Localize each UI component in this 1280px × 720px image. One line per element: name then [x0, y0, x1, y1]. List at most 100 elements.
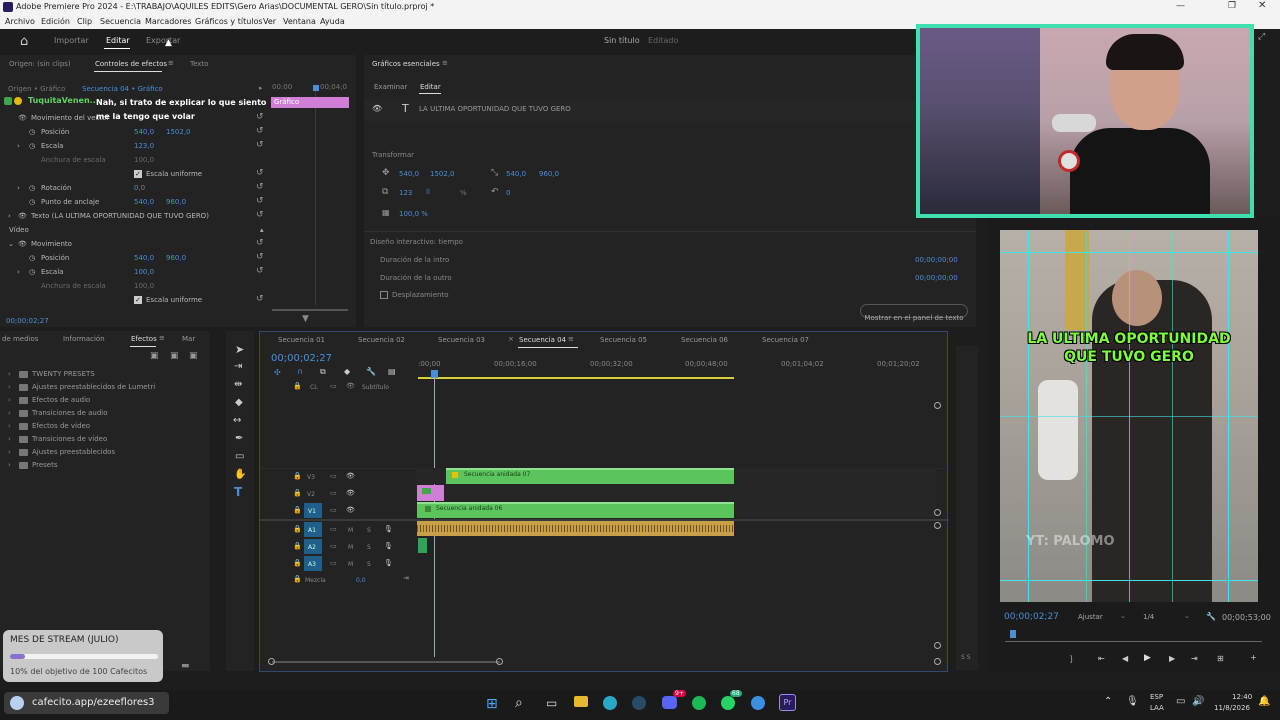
new-folder-icon[interactable]: ▬: [181, 661, 190, 671]
effects-folder-item[interactable]: › Transiciones de vídeo: [8, 435, 188, 447]
show-in-text-panel-button[interactable]: Mostrar en el panel de texto: [860, 304, 968, 322]
stopwatch-icon[interactable]: ◷: [29, 195, 35, 209]
go-to-out-icon[interactable]: ⇥: [1191, 654, 1198, 663]
eye-icon[interactable]: 👁: [372, 104, 382, 113]
solo-button[interactable]: S: [367, 544, 371, 551]
go-to-end-icon[interactable]: ⇥: [403, 574, 409, 582]
tab-secuencia-04[interactable]: Secuencia 04: [519, 336, 566, 344]
selection-tool-icon[interactable]: ➤: [235, 343, 244, 356]
microphone-icon[interactable]: 🎙: [384, 559, 393, 567]
edge-browser-icon[interactable]: [603, 696, 617, 710]
eg-anchor-y[interactable]: 960,0: [539, 170, 559, 178]
resolution-dropdown[interactable]: 1/4: [1143, 613, 1154, 621]
effects-folder-item[interactable]: › Transiciones de audio: [8, 409, 188, 421]
step-back-icon[interactable]: ◀: [1122, 654, 1128, 663]
eg-anchor-x[interactable]: 540,0: [506, 170, 526, 178]
menu-archivo[interactable]: Archivo: [5, 17, 35, 26]
tab-examinar[interactable]: Examinar: [374, 83, 407, 91]
tab-media[interactable]: de medios: [2, 335, 38, 343]
eye-icon[interactable]: 👁: [346, 506, 355, 514]
ec-graphic-clip[interactable]: Gráfico: [271, 97, 349, 108]
eye-icon[interactable]: 👁: [346, 489, 355, 497]
menu-ayuda[interactable]: Ayuda: [320, 17, 345, 26]
add-button-icon[interactable]: +: [1250, 653, 1257, 662]
mute-button[interactable]: M: [348, 561, 353, 568]
menu-ventana[interactable]: Ventana: [283, 17, 316, 26]
track-label-a2[interactable]: A2: [308, 544, 316, 551]
program-playhead[interactable]: [1010, 630, 1016, 638]
program-caption[interactable]: LA ULTIMA OPORTUNIDAD QUE TUVO GERO: [1000, 330, 1258, 366]
work-area-bar[interactable]: [418, 377, 734, 379]
chevron-down-icon[interactable]: ⌄: [1184, 612, 1190, 620]
eg-scale[interactable]: 123: [399, 189, 412, 197]
tray-chevron-up-icon[interactable]: ⌃: [1104, 696, 1112, 707]
fit-dropdown[interactable]: Ajustar: [1078, 613, 1103, 621]
program-timecode[interactable]: 00;00;02;27: [1004, 612, 1059, 622]
expand-arrow-icon[interactable]: ›: [17, 139, 20, 153]
play-only-icon[interactable]: ▸: [259, 84, 263, 92]
eye-icon[interactable]: 👁: [18, 209, 27, 223]
tab-secuencia-07[interactable]: Secuencia 07: [762, 336, 809, 344]
tray-microphone-icon[interactable]: 🎙: [1126, 696, 1139, 707]
rectangle-tool-icon[interactable]: ▭: [235, 451, 244, 462]
stopwatch-icon[interactable]: ◷: [29, 181, 35, 195]
microphone-icon[interactable]: 🎙: [384, 525, 393, 533]
clock-time[interactable]: 12:40: [1232, 693, 1252, 701]
tab-origen[interactable]: Origen: (sin clips): [9, 60, 71, 68]
step-forward-icon[interactable]: ▶: [1169, 654, 1175, 663]
ec-row-value-2[interactable]: 1502,0: [166, 125, 191, 139]
tab-editar[interactable]: Editar: [106, 36, 130, 45]
lock-icon[interactable]: 🔒: [293, 382, 302, 390]
slip-tool-icon[interactable]: ↔: [233, 415, 241, 426]
timeline-timecode[interactable]: 00;00;02;27: [271, 353, 332, 364]
whatsapp-icon[interactable]: [721, 696, 735, 710]
reset-icon[interactable]: ↺: [256, 127, 264, 136]
mark-in-icon[interactable]: ｝: [1070, 654, 1078, 665]
tab-marcadores[interactable]: Mar: [182, 335, 195, 343]
scroll-handle-icon[interactable]: [934, 522, 941, 529]
expand-arrow-icon[interactable]: ⌄: [8, 237, 14, 251]
ec-row-value-2[interactable]: 960,0: [166, 251, 186, 265]
notification-bell-icon[interactable]: 🔔: [1258, 696, 1270, 707]
ec-row-value-1[interactable]: 540,0: [134, 251, 154, 265]
network-icon[interactable]: ▭: [1176, 696, 1185, 707]
new-bin-icon[interactable]: ▣: [150, 351, 159, 361]
reset-icon[interactable]: ↺: [256, 169, 264, 178]
razor-tool-icon[interactable]: ◆: [235, 397, 243, 408]
uniform-scale-checkbox[interactable]: ✓: [134, 296, 142, 304]
sync-icon[interactable]: ▭: [330, 542, 337, 550]
eye-icon[interactable]: 👁: [346, 472, 355, 480]
keyboard-lang-2[interactable]: LAA: [1150, 704, 1164, 712]
eye-icon[interactable]: 👁: [18, 237, 27, 251]
scroll-handle-icon[interactable]: [934, 642, 941, 649]
filter-icon[interactable]: ▼: [302, 314, 309, 324]
lock-icon[interactable]: 🔒: [293, 472, 302, 480]
reset-icon[interactable]: ↺: [256, 295, 264, 304]
sync-icon[interactable]: ▭: [330, 382, 337, 390]
lock-icon[interactable]: 🔒: [293, 506, 302, 514]
track-label-v1[interactable]: V1: [308, 508, 316, 515]
add-marker-icon[interactable]: ◆: [344, 367, 350, 376]
effects-folder-item[interactable]: › Presets: [8, 461, 188, 473]
pen-tool-icon[interactable]: ✒: [235, 433, 243, 444]
clip-v1-nested-06[interactable]: Secuencia anidada 06: [417, 502, 734, 518]
ec-row-value-1[interactable]: 100,0: [134, 265, 154, 279]
tab-secuencia-03[interactable]: Secuencia 03: [438, 336, 485, 344]
eg-opacity[interactable]: 100,0 %: [399, 210, 428, 218]
track-label-v2[interactable]: V2: [307, 491, 315, 498]
file-explorer-icon[interactable]: [574, 696, 588, 707]
effects-folder-item[interactable]: › Efectos de vídeo: [8, 422, 188, 434]
track-label-v3[interactable]: V3: [307, 474, 315, 481]
lock-icon[interactable]: 🔒: [293, 575, 302, 583]
sequence-label[interactable]: Secuencia 04 • Gráfico: [82, 85, 163, 93]
expand-arrow-icon[interactable]: ›: [17, 181, 20, 195]
track-label-a3[interactable]: A3: [308, 561, 316, 568]
close-icon[interactable]: ✕: [1258, 0, 1266, 11]
close-tab-icon[interactable]: ×: [508, 335, 514, 343]
clip-a1-audio[interactable]: [417, 521, 734, 536]
cafecito-link-pill[interactable]: cafecito.app/ezeeflores3: [4, 692, 169, 714]
ripple-edit-tool-icon[interactable]: ⇹: [234, 379, 242, 390]
chevron-down-icon[interactable]: ⌄: [1120, 612, 1126, 620]
sync-icon[interactable]: ▭: [330, 489, 337, 497]
clip-a2-audio[interactable]: [418, 538, 427, 553]
